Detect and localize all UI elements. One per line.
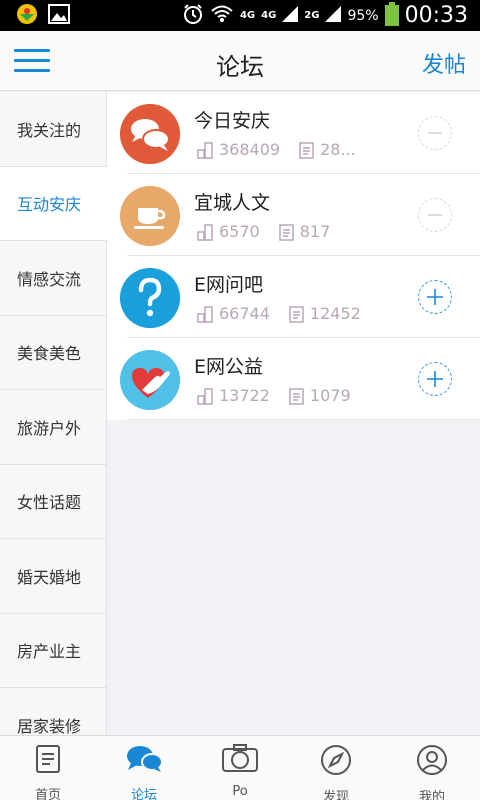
coffee-cup-icon <box>120 186 180 246</box>
forum-name: 宜城人文 <box>194 192 271 214</box>
network-type-3: 2G <box>304 10 320 21</box>
compass-icon <box>320 744 352 780</box>
post-button[interactable]: 发帖 <box>422 47 466 79</box>
sidebar-item-food[interactable]: 美食美色 <box>0 315 107 390</box>
category-sidebar: 我关注的 互动安庆 情感交流 美食美色 旅游户外 女性话题 婚天婚地 房产业主 … <box>0 92 107 735</box>
network-type-2: 4G <box>261 10 277 21</box>
unfollow-button[interactable] <box>418 198 452 232</box>
members-count: 6570 <box>219 222 260 241</box>
forum-name: E网问吧 <box>194 274 264 296</box>
nav-label: 我的 <box>418 790 445 800</box>
signal-icon <box>282 5 299 26</box>
chat-bubbles-icon <box>120 104 180 164</box>
nav-discover[interactable]: 发现 <box>288 736 384 800</box>
sidebar-item-home-decor[interactable]: 居家装修 <box>0 688 107 735</box>
posts-icon <box>288 305 306 323</box>
nav-label: 论坛 <box>130 788 157 800</box>
sidebar-item-property[interactable]: 房产业主 <box>0 613 107 688</box>
clock: 00:33 <box>404 3 468 28</box>
forum-stats: 6570 817 <box>197 222 330 241</box>
forum-row[interactable]: E网问吧 66744 12452 <box>120 256 480 338</box>
question-mark-icon <box>120 268 180 328</box>
members-icon <box>197 387 215 405</box>
posts-count: 1079 <box>309 386 351 405</box>
forum-list: 今日安庆 368409 28... 宜城人文 6570 817 E网问吧 667… <box>107 92 480 420</box>
forum-row[interactable]: E网公益 13722 1079 <box>120 338 480 420</box>
members-count: 368409 <box>219 140 281 159</box>
app-notification-icon <box>16 3 38 29</box>
image-notification-icon <box>48 3 70 28</box>
members-icon <box>197 305 215 323</box>
members-icon <box>197 141 215 159</box>
bottom-nav: 首页 论坛 Po 发现 我的 <box>0 735 480 800</box>
posts-icon <box>288 387 306 405</box>
battery-icon <box>384 1 399 30</box>
forum-stats: 13722 1079 <box>197 386 351 405</box>
forum-stats: 368409 28... <box>197 140 356 159</box>
posts-icon <box>278 223 296 241</box>
camera-icon <box>221 744 259 778</box>
signal-icon-2 <box>325 5 342 26</box>
battery-percent: 95% <box>347 7 379 24</box>
members-count: 66744 <box>219 304 270 323</box>
page-title: 论坛 <box>216 53 264 81</box>
nav-label: 首页 <box>34 788 61 800</box>
sidebar-item-travel[interactable]: 旅游户外 <box>0 390 107 465</box>
nav-home[interactable]: 首页 <box>0 736 96 800</box>
chat-bubbles-icon <box>125 744 163 778</box>
minus-icon <box>428 214 442 216</box>
members-icon <box>197 223 215 241</box>
forum-stats: 66744 12452 <box>197 304 361 323</box>
sidebar-item-interactive-anqing[interactable]: 互动安庆 <box>0 166 107 241</box>
forum-name: 今日安庆 <box>194 110 271 132</box>
forum-name: E网公益 <box>194 356 264 378</box>
sidebar-item-emotion[interactable]: 情感交流 <box>0 241 107 316</box>
posts-count: 12452 <box>309 304 361 323</box>
forum-row[interactable]: 今日安庆 368409 28... <box>120 92 480 174</box>
user-icon <box>416 744 448 780</box>
nav-me[interactable]: 我的 <box>384 736 480 800</box>
forum-row[interactable]: 宜城人文 6570 817 <box>120 174 480 256</box>
plus-icon <box>427 371 443 387</box>
alarm-icon <box>182 3 204 29</box>
app-header: 论坛 发帖 <box>0 31 480 91</box>
members-count: 13722 <box>219 386 270 405</box>
follow-button[interactable] <box>418 362 452 396</box>
follow-button[interactable] <box>418 280 452 314</box>
nav-po[interactable]: Po <box>192 736 288 800</box>
nav-label: 发现 <box>322 790 349 800</box>
sidebar-item-women[interactable]: 女性话题 <box>0 464 107 539</box>
document-icon <box>34 744 62 778</box>
nav-forum[interactable]: 论坛 <box>96 736 192 800</box>
network-type-1: 4G <box>239 10 256 21</box>
nav-label: Po <box>232 784 248 799</box>
minus-icon <box>428 132 442 134</box>
wifi-icon <box>210 4 234 28</box>
posts-count: 28... <box>320 140 356 159</box>
plus-icon <box>427 289 443 305</box>
sidebar-item-wedding[interactable]: 婚天婚地 <box>0 539 107 614</box>
status-bar: 4G 4G 2G 95% 00:33 <box>0 0 480 31</box>
sidebar-item-following[interactable]: 我关注的 <box>0 92 107 167</box>
unfollow-button[interactable] <box>418 116 452 150</box>
posts-count: 817 <box>299 222 331 241</box>
posts-icon <box>298 141 316 159</box>
forum-list-panel: 今日安庆 368409 28... 宜城人文 6570 817 E网问吧 667… <box>107 92 480 735</box>
hand-heart-icon <box>120 350 180 410</box>
